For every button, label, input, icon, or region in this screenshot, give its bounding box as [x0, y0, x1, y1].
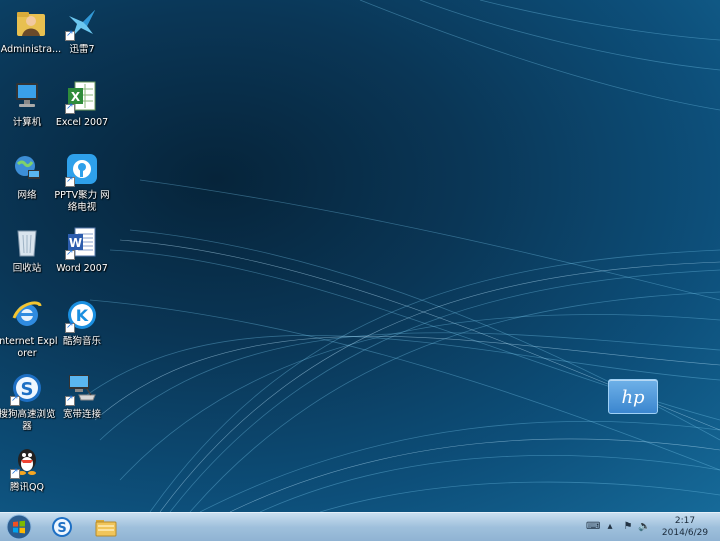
sogou-browser-icon: S: [52, 517, 72, 537]
internet-explorer-icon: [10, 298, 44, 332]
user-folder-icon: [14, 6, 48, 40]
desktop-icon-network[interactable]: 网络: [0, 152, 58, 202]
shortcut-arrow-icon: [65, 321, 75, 333]
shortcut-arrow-icon: [65, 248, 75, 260]
windows-logo-icon: [6, 514, 32, 540]
desktop-icon-label: 搜狗高速浏览器: [0, 409, 56, 432]
desktop[interactable]: Administra... 计算机 网络 回收站 Internet Explor…: [0, 0, 720, 512]
clock-time: 2:17: [674, 516, 696, 526]
desktop-icon-label: 腾讯QQ: [10, 482, 44, 493]
desktop-icon-label: Word 2007: [56, 263, 108, 274]
desktop-icon-label: 回收站: [12, 263, 42, 274]
desktop-icon-label: 迅雷7: [69, 44, 95, 55]
desktop-icon-label: 计算机: [12, 117, 42, 128]
word-icon: W: [65, 225, 99, 260]
sogou-browser-icon: S: [10, 371, 44, 406]
broadband-connection-icon: [65, 371, 99, 406]
shortcut-arrow-icon: [65, 175, 75, 187]
desktop-icon-label: 网络: [17, 190, 37, 201]
desktop-icon-recycle-bin[interactable]: 回收站: [0, 225, 58, 275]
computer-icon: [10, 79, 44, 113]
svg-text:S: S: [21, 379, 34, 400]
desktop-icon-pptv[interactable]: PPTV聚力 网络电视: [51, 152, 113, 214]
show-hidden-icons-arrow-icon[interactable]: ▴: [604, 521, 616, 533]
desktop-icon-label: 宽带连接: [62, 409, 101, 420]
clock[interactable]: 2:17 2014/6/29: [660, 515, 710, 539]
thunder-icon: [65, 6, 99, 41]
shortcut-arrow-icon: [10, 467, 20, 479]
svg-text:K: K: [76, 306, 89, 325]
shortcut-arrow-icon: [65, 394, 75, 406]
folder-icon: [95, 520, 117, 537]
taskbar-sogou-browser[interactable]: S: [44, 514, 80, 540]
desktop-icon-label: PPTV聚力 网络电视: [54, 190, 110, 213]
desktop-icon-sogou-browser[interactable]: S 搜狗高速浏览器: [0, 371, 58, 433]
kugou-icon: K: [65, 298, 99, 333]
volume-muted-icon[interactable]: 🔈: [638, 521, 650, 533]
shortcut-arrow-icon: [10, 394, 20, 406]
system-tray: ⌨ ▴ ⚑ 🔈 2:17 2014/6/29: [580, 513, 720, 541]
pptv-icon: [65, 152, 99, 187]
excel-icon: X: [65, 79, 99, 114]
desktop-icon-thunder[interactable]: 迅雷7: [51, 6, 113, 56]
desktop-icon-label: 酷狗音乐: [62, 336, 101, 347]
start-button[interactable]: [4, 514, 34, 540]
clock-date: 2014/6/29: [661, 528, 709, 538]
shortcut-arrow-icon: [65, 29, 75, 41]
desktop-icon-broadband[interactable]: 宽带连接: [51, 371, 113, 421]
taskbar: S ⌨ ▴ ⚑ 🔈 2:17 2014/6/29: [0, 512, 720, 541]
desktop-icon-label: Internet Explorer: [0, 336, 58, 359]
desktop-icon-excel[interactable]: X Excel 2007: [51, 79, 113, 129]
desktop-icon-computer[interactable]: 计算机: [0, 79, 58, 129]
taskbar-file-explorer[interactable]: [88, 514, 124, 540]
hp-logo: hp: [608, 379, 658, 414]
desktop-icon-kugou[interactable]: K 酷狗音乐: [51, 298, 113, 348]
desktop-icon-internet-explorer[interactable]: Internet Explorer: [0, 298, 58, 360]
shortcut-arrow-icon: [65, 102, 75, 114]
qq-icon: [10, 444, 44, 479]
keyboard-icon[interactable]: ⌨: [586, 521, 600, 533]
recycle-bin-icon: [10, 225, 44, 259]
desktop-icon-label: Excel 2007: [55, 117, 109, 128]
svg-text:S: S: [57, 521, 66, 536]
action-center-icon[interactable]: ⚑: [622, 521, 634, 533]
desktop-icon-qq[interactable]: 腾讯QQ: [0, 444, 58, 494]
network-icon: [10, 152, 44, 186]
desktop-icon-word[interactable]: W Word 2007: [51, 225, 113, 275]
svg-text:hp: hp: [621, 387, 645, 408]
